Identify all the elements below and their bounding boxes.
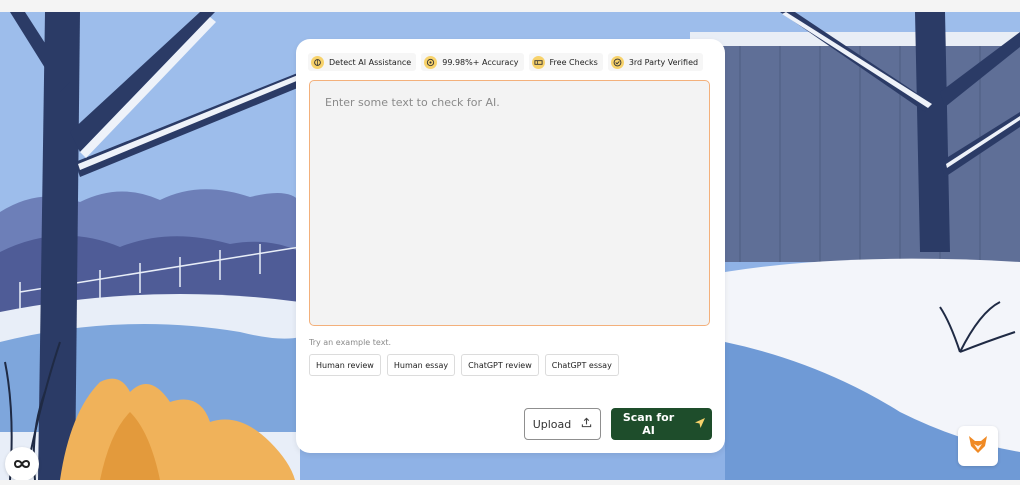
feature-badges: Detect AI Assistance 99.98%+ Accuracy Fr… (308, 53, 704, 71)
check-circle-icon (610, 55, 624, 69)
example-chatgpt-review-button[interactable]: ChatGPT review (461, 354, 539, 376)
badge-accuracy: 99.98%+ Accuracy (421, 53, 524, 71)
chat-widget-button[interactable] (5, 447, 39, 481)
brain-icon (311, 55, 324, 69)
upload-button[interactable]: Upload (524, 408, 601, 440)
example-human-review-button[interactable]: Human review (309, 354, 381, 376)
example-prompt-label: Try an example text. (309, 338, 392, 347)
example-human-essay-button[interactable]: Human essay (386, 354, 456, 376)
send-arrow-icon (694, 417, 706, 432)
top-bar (0, 0, 1020, 12)
example-buttons: Human review Human essay ChatGPT review … (309, 354, 619, 376)
infinity-icon (13, 455, 31, 474)
badge-label: 3rd Party Verified (628, 57, 699, 67)
fox-logo-icon (967, 433, 989, 459)
text-input[interactable] (309, 80, 710, 326)
target-icon (424, 55, 438, 69)
scan-label: Scan for AI (622, 411, 675, 437)
upload-icon (581, 417, 592, 431)
badge-label: 99.98%+ Accuracy (442, 57, 519, 67)
badge-label: Free Checks (549, 57, 598, 67)
assistant-fox-button[interactable] (958, 426, 998, 466)
scan-for-ai-button[interactable]: Scan for AI (611, 408, 712, 440)
badge-detect-ai: Detect AI Assistance (308, 53, 417, 71)
badge-free-checks: Free Checks (528, 53, 603, 71)
upload-label: Upload (532, 417, 572, 431)
badge-label: Detect AI Assistance (329, 57, 412, 67)
ai-detector-card: Detect AI Assistance 99.98%+ Accuracy Fr… (296, 39, 725, 453)
example-chatgpt-essay-button[interactable]: ChatGPT essay (544, 354, 619, 376)
bottom-bar (0, 480, 1020, 485)
ticket-icon (531, 55, 545, 69)
badge-verified: 3rd Party Verified (607, 53, 704, 71)
